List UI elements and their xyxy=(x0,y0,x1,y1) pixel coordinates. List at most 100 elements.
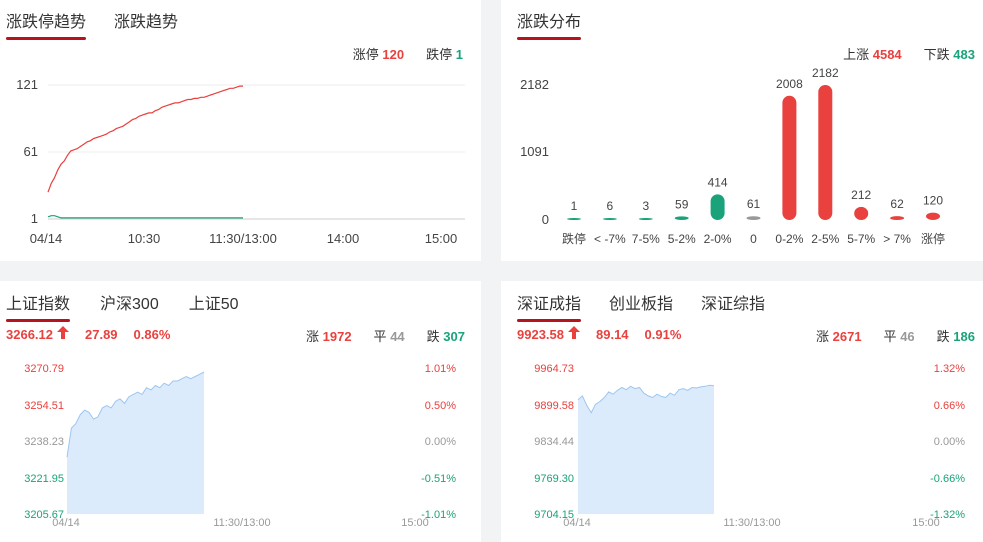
sh-y-left: 3221.95 xyxy=(24,473,64,485)
sz-y-right: -0.66% xyxy=(930,473,965,485)
bar-category-label: 0-2% xyxy=(775,232,803,246)
sh-intraday-chart: 3270.79 3254.51 3238.23 3221.95 3205.67 … xyxy=(24,363,456,529)
sz-y-right: 0.66% xyxy=(934,400,965,412)
distribution-bar xyxy=(854,206,869,220)
sh-quote: 3266.12 27.89 0.86% xyxy=(6,326,170,342)
trend-y-tick: 1 xyxy=(31,211,38,226)
bar-value-label: 1 xyxy=(571,199,578,213)
sz-up-label: 涨 xyxy=(815,329,829,344)
sz-x-tick: 11:30/13:00 xyxy=(723,517,780,529)
distribution-bar xyxy=(890,216,905,220)
up-arrow-icon xyxy=(57,326,69,342)
distribution-bar xyxy=(674,216,689,220)
trend-y-tick: 121 xyxy=(16,77,38,92)
bar-category-label: 5-7% xyxy=(847,232,875,246)
sh-tabs: 上证指数 沪深300 上证50 xyxy=(6,290,239,322)
distribution-bar xyxy=(710,194,725,220)
bar-category-label: 0 xyxy=(750,232,757,246)
limit-trend-chart: 121 61 1 04/14 10:30 11:30/13:00 14:00 1… xyxy=(16,77,465,246)
sh-y-right: -0.51% xyxy=(421,473,456,485)
bar-category-label: 2-0% xyxy=(704,232,732,246)
sz-up-value: 2671 xyxy=(832,329,862,344)
bar-category-label: > 7% xyxy=(883,232,911,246)
sz-x-tick: 04/14 xyxy=(563,517,591,529)
trend-y-tick: 61 xyxy=(24,144,38,159)
sh-down-value: 307 xyxy=(443,329,465,344)
sh-y-left: 3254.51 xyxy=(24,400,64,412)
bar-category-label: 7-5% xyxy=(632,232,660,246)
trend-x-tick: 04/14 xyxy=(30,231,63,246)
sz-breadth: 涨 2671 平 46 跌 186 xyxy=(816,326,975,345)
sh-up-label: 涨 xyxy=(305,329,319,344)
bar-value-label: 2182 xyxy=(812,66,839,80)
sz-pct: 0.91% xyxy=(644,326,682,342)
sh-price: 3266.12 xyxy=(6,326,53,342)
trend-x-tick: 15:00 xyxy=(425,231,458,246)
distribution-panel: 涨跌分布 上涨 4584 下跌 483 2182 1091 0 1 跌停 6 < -7… xyxy=(501,0,983,261)
limit-up-series-line xyxy=(47,85,243,193)
distribution-bar xyxy=(602,218,617,220)
dist-y-tick: 1091 xyxy=(520,144,549,159)
bar-category-label: 涨停 xyxy=(921,231,945,246)
distribution-bar xyxy=(818,85,833,220)
bar-value-label: 59 xyxy=(675,197,689,211)
bar-value-label: 3 xyxy=(642,199,649,213)
limit-trend-panel: 涨跌停趋势 涨跌趋势 涨停 120 跌停 1 121 61 1 04/14 10… xyxy=(0,0,481,261)
trend-x-tick: 11:30/13:00 xyxy=(209,231,277,246)
sz-price: 9923.58 xyxy=(517,326,564,342)
up-arrow-icon xyxy=(568,326,580,342)
sh-y-right: 0.50% xyxy=(425,400,456,412)
distribution-bar xyxy=(746,216,761,220)
limit-down-series-line xyxy=(47,215,243,219)
distribution-bar xyxy=(782,95,797,220)
sh-y-right: 0.00% xyxy=(425,436,456,448)
trend-x-tick: 14:00 xyxy=(327,231,360,246)
bar-value-label: 61 xyxy=(747,197,761,211)
sh-y-left: 3238.23 xyxy=(24,436,64,448)
bar-value-label: 2008 xyxy=(776,77,803,91)
distribution-bar xyxy=(567,218,581,220)
tab-sz-composite[interactable]: 深证综指 xyxy=(701,290,765,322)
sz-y-left: 9769.30 xyxy=(534,473,574,485)
sz-quote: 9923.58 89.14 0.91% xyxy=(517,326,681,342)
tab-sz-component[interactable]: 深证成指 xyxy=(517,290,582,322)
bar-value-label: 212 xyxy=(851,188,871,202)
sz-y-left: 9964.73 xyxy=(534,363,574,375)
tab-chinext[interactable]: 创业板指 xyxy=(609,290,673,322)
bar-category-label: < -7% xyxy=(594,232,626,246)
sz-intraday-chart: 9964.73 9899.58 9834.44 9769.30 9704.15 … xyxy=(534,363,965,529)
bar-category-label: 跌停 xyxy=(562,231,586,246)
tab-sse50[interactable]: 上证50 xyxy=(189,290,239,322)
distribution-bar xyxy=(638,218,653,220)
sz-y-right: 0.00% xyxy=(934,436,965,448)
bar-value-label: 120 xyxy=(923,194,943,208)
bar-value-label: 414 xyxy=(708,175,728,189)
distribution-chart: 2182 1091 0 1 跌停 6 < -7% 3 7-5% 59 5-2% 414 2-0% 6… xyxy=(520,66,945,246)
sz-y-left: 9834.44 xyxy=(534,436,574,448)
sz-down-label: 跌 xyxy=(936,329,950,344)
sz-x-tick: 15:00 xyxy=(912,517,940,529)
bar-category-label: 2-5% xyxy=(811,232,839,246)
tab-csi300[interactable]: 沪深300 xyxy=(100,290,159,322)
sz-tabs: 深证成指 创业板指 深证综指 xyxy=(517,290,765,322)
bar-category-label: 5-2% xyxy=(668,232,696,246)
dist-y-tick: 2182 xyxy=(520,77,549,92)
sh-x-tick: 11:30/13:00 xyxy=(213,517,270,529)
sz-index-area xyxy=(578,385,714,514)
dist-y-tick: 0 xyxy=(542,212,549,227)
bar-value-label: 62 xyxy=(890,197,904,211)
sh-flat-label: 平 xyxy=(373,329,387,344)
sh-change: 27.89 xyxy=(85,326,118,342)
sh-y-left: 3270.79 xyxy=(24,363,64,375)
tab-sh-composite[interactable]: 上证指数 xyxy=(6,290,71,322)
sh-x-tick: 15:00 xyxy=(401,517,429,529)
sz-y-right: 1.32% xyxy=(934,363,965,375)
sh-flat-value: 44 xyxy=(390,329,405,344)
sh-y-right: 1.01% xyxy=(425,363,456,375)
sh-pct: 0.86% xyxy=(133,326,171,342)
sh-x-tick: 04/14 xyxy=(52,517,80,529)
trend-x-tick: 10:30 xyxy=(128,231,161,246)
sz-down-value: 186 xyxy=(953,329,975,344)
sz-y-left: 9899.58 xyxy=(534,400,574,412)
sh-breadth: 涨 1972 平 44 跌 307 xyxy=(306,326,465,345)
